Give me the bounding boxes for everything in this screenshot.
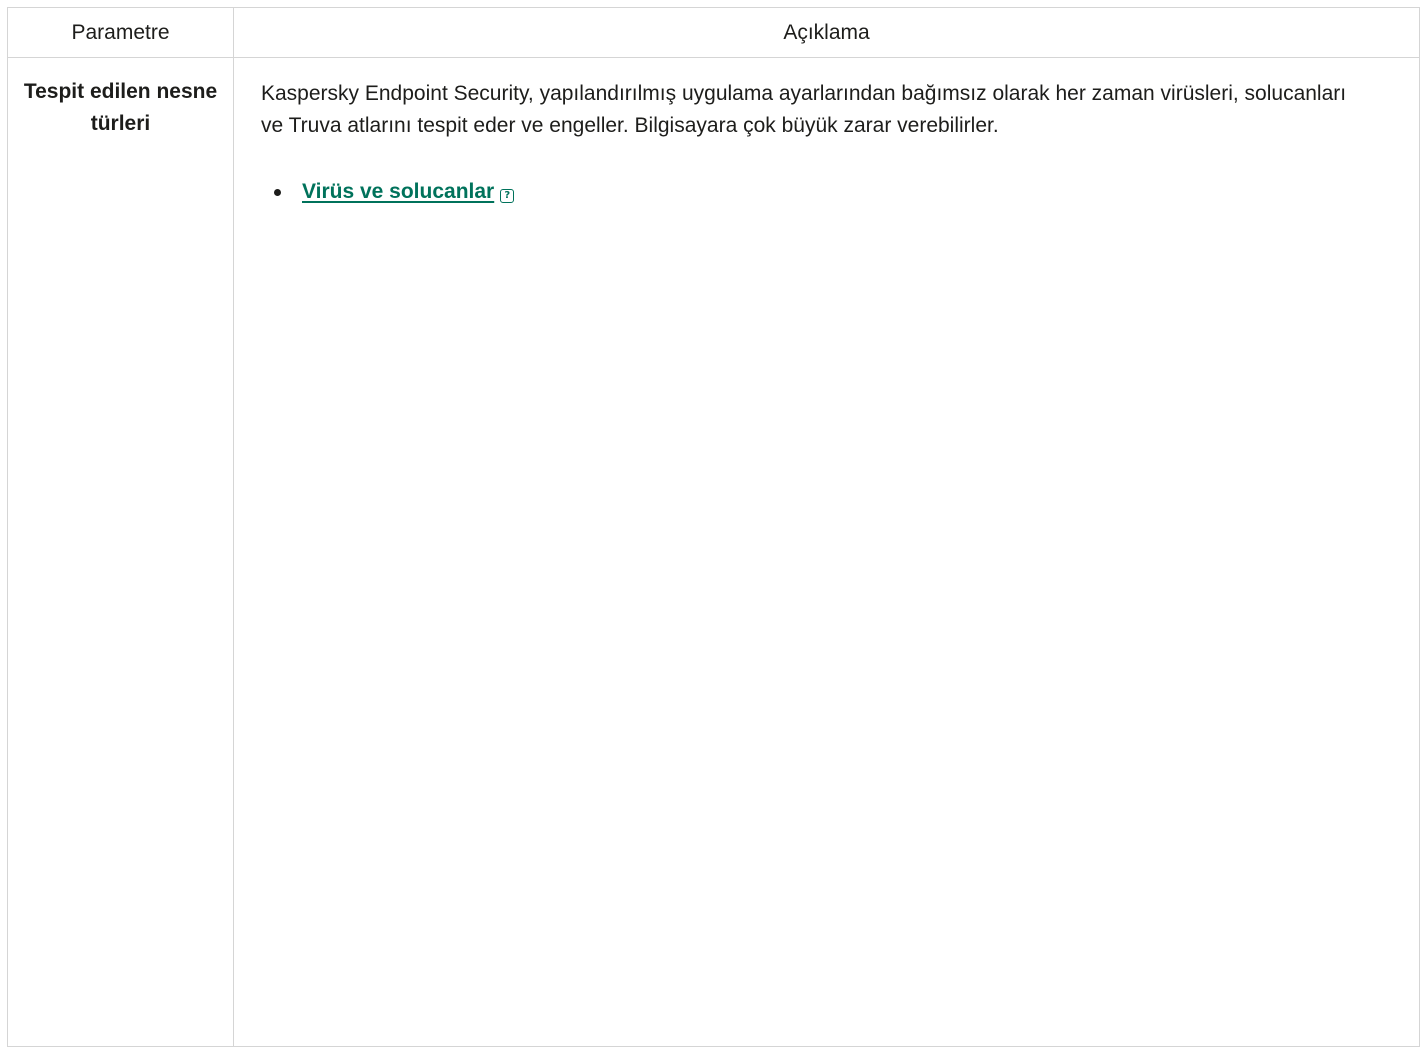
bullet-icon [274,189,281,196]
table-row: Tespit edilen nesne türleri Kaspersky En… [7,57,1420,1047]
list-item: Virüs ve solucanlar? [274,176,1419,208]
table-header-row: Parametre Açıklama [7,7,1420,58]
header-description: Açıklama [233,7,1420,58]
header-parameter: Parametre [7,7,234,58]
parameter-cell: Tespit edilen nesne türleri [7,57,234,1047]
description-text: Kaspersky Endpoint Security, yapılandırı… [261,82,1347,137]
object-type-list: Virüs ve solucanlar? [234,176,1419,208]
parameter-name: Tespit edilen nesne türleri [23,80,218,135]
viruses-worms-link[interactable]: Virüs ve solucanlar [302,180,494,203]
help-popup-icon[interactable]: ? [500,189,515,203]
parameters-table: Parametre Açıklama Tespit edilen nesne t… [7,7,1420,1047]
description-cell: Kaspersky Endpoint Security, yapılandırı… [233,57,1420,1047]
